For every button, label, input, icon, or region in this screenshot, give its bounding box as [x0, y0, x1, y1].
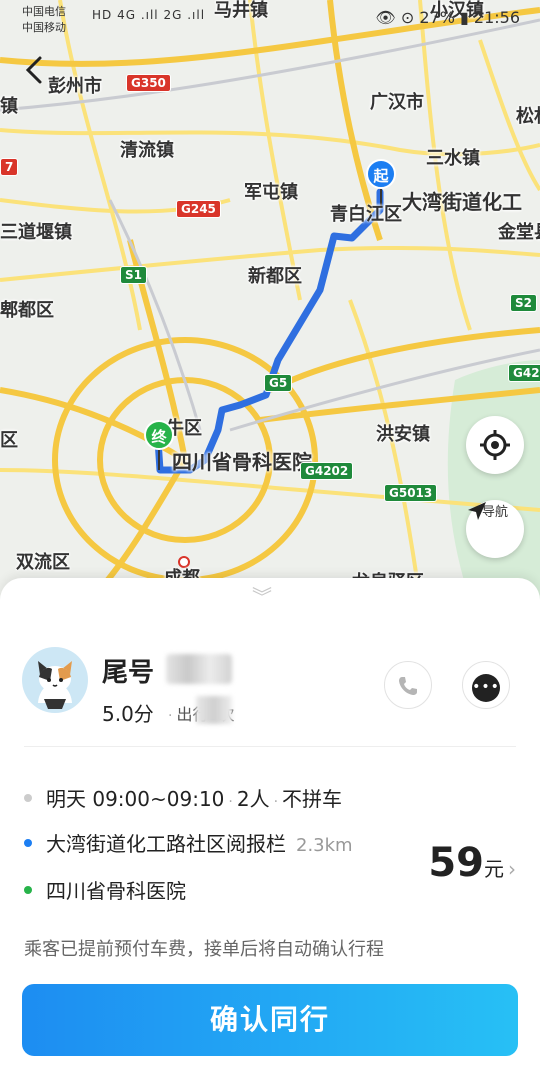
map-label: 新都区 [248, 266, 302, 287]
start-marker[interactable]: 起 [366, 159, 396, 189]
price-detail[interactable]: 59元 › [428, 840, 516, 886]
map-label: 清流镇 [120, 140, 174, 161]
prepaid-notice: 乘客已提前预付车费，接单后将自动确认行程 [24, 939, 384, 960]
chat-bubble-icon: ••• [472, 674, 500, 702]
chevron-right-icon: › [508, 857, 516, 881]
map-label: 三道堰镇 [0, 222, 72, 243]
price-amount: 59 [428, 840, 484, 886]
locate-button[interactable] [466, 416, 524, 474]
trip-origin: 大湾街道化工路社区阅报栏 [46, 832, 286, 856]
highway-badge: G42 [508, 364, 540, 382]
trips-redacted [196, 696, 232, 724]
highway-badge: 7 [0, 158, 19, 176]
map-label: 军屯镇 [244, 182, 298, 203]
highway-badge: S2 [510, 294, 537, 312]
time-dot-icon [24, 793, 32, 802]
sheet-handle-chevron-icon[interactable]: ︾ [252, 587, 272, 607]
map-label: 郫都区 [0, 300, 54, 321]
trip-destination-row: 四川省骨科医院 [24, 875, 186, 904]
highway-badge: G5013 [384, 484, 438, 502]
back-button[interactable] [18, 52, 54, 88]
map-label: 广汉市 [370, 92, 424, 113]
avatar[interactable] [22, 647, 88, 713]
origin-dot-icon [24, 838, 32, 847]
trip-destination: 四川省骨科医院 [46, 879, 186, 903]
chevron-left-icon [25, 56, 42, 84]
highway-badge: S1 [120, 266, 147, 284]
map-label: 双流区 [16, 552, 70, 573]
trip-carpool: 不拼车 [282, 787, 343, 811]
location-icon: ⊙ [400, 8, 415, 27]
driver-name-redacted [166, 654, 232, 684]
phone-icon [399, 677, 417, 695]
battery-level: 27% [419, 8, 455, 27]
driver-name: 尾号 [102, 658, 155, 688]
carrier-secondary: 中国移动 [22, 21, 66, 34]
map-label: 松林 [516, 106, 540, 127]
trip-sheet: ︾ 尾号 5.0分 ·出行3次 ••• 明天 09:00~09:10·2人·不拼… [0, 578, 540, 1080]
highway-badge: G5 [264, 374, 293, 392]
trip-people: 2人 [236, 787, 270, 811]
trip-origin-row: 大湾街道化工路社区阅报栏 2.3km [24, 828, 353, 857]
destination-dot-icon [24, 885, 32, 894]
status-right: 👁 ⊙ 27% ▮ 21:56 [375, 8, 520, 27]
highway-badge: G350 [126, 74, 171, 92]
map-label: 洪安镇 [376, 424, 430, 445]
map-label: 金堂县 [498, 222, 540, 243]
trip-time-row: 明天 09:00~09:10 · 2人 · 不拼车 [24, 783, 342, 812]
status-bar: 中国电信 中国移动 HD 4G .ıll 2G .ıll 👁 ⊙ 27% ▮ 2… [0, 0, 540, 36]
locate-icon [480, 430, 510, 460]
map-label: 青白江区 [330, 204, 402, 225]
signal-icon: HD 4G .ıll 2G .ıll [92, 8, 206, 22]
highway-badge: G4202 [300, 462, 354, 480]
map-label: 三水镇 [426, 148, 480, 169]
price-currency: 元 [484, 857, 504, 881]
map-label: 区 [0, 430, 18, 451]
confirm-ride-button[interactable]: 确认同行 [22, 984, 518, 1056]
carrier-primary: 中国电信 [22, 5, 66, 18]
battery-icon: ▮ [459, 8, 469, 27]
map-label: 镇 [0, 96, 18, 117]
chat-button[interactable]: ••• [462, 661, 510, 709]
driver-rating: 5.0分 [102, 702, 154, 726]
trip-time: 明天 09:00~09:10 [46, 787, 225, 811]
divider [24, 746, 516, 747]
navigation-button[interactable]: 导航 [466, 500, 524, 558]
highway-badge: G245 [176, 200, 221, 218]
eye-icon: 👁 [375, 8, 396, 27]
end-marker[interactable]: 终 [144, 420, 174, 450]
map-label-end: 四川省骨科医院 [172, 450, 312, 474]
cat-avatar-icon [38, 661, 72, 709]
map-view[interactable]: 马井镇 小汉镇 彭州市 镇 广汉市 松林 清流镇 三水镇 军屯镇 青白江区 大湾… [0, 0, 540, 600]
call-button[interactable] [384, 661, 432, 709]
trip-distance: 2.3km [296, 835, 353, 856]
map-label: 彭州市 [48, 76, 102, 97]
clock: 21:56 [473, 8, 520, 27]
map-label-start: 大湾街道化工 [402, 190, 522, 214]
